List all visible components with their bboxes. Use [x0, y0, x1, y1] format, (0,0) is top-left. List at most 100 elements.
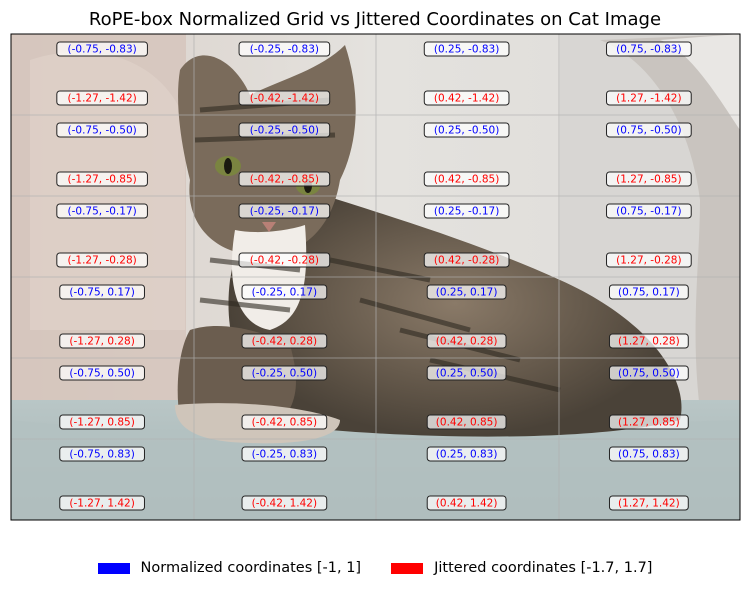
jittered-label: (-0.42, 1.42)	[241, 495, 328, 511]
svg-text:(-0.75, 0.50): (-0.75, 0.50)	[69, 368, 134, 380]
normalized-label: (-0.25, -0.17)	[238, 203, 331, 219]
svg-text:(-0.25, -0.17): (-0.25, -0.17)	[250, 206, 319, 218]
svg-text:(-0.42, 0.28): (-0.42, 0.28)	[252, 336, 317, 348]
jittered-label: (-1.27, 0.85)	[59, 414, 145, 430]
normalized-label: (0.25, -0.17)	[423, 203, 510, 219]
svg-text:(-1.27, -0.85): (-1.27, -0.85)	[68, 174, 137, 186]
normalized-label: (-0.25, 0.83)	[241, 446, 328, 462]
normalized-label: (0.75, -0.83)	[606, 41, 692, 57]
jittered-label: (1.27, -1.42)	[606, 90, 692, 106]
svg-text:(0.25, -0.50): (0.25, -0.50)	[434, 125, 499, 137]
svg-text:(-0.75, -0.83): (-0.75, -0.83)	[68, 44, 137, 56]
jittered-label: (-0.42, -0.85)	[238, 171, 331, 187]
svg-text:(0.25, -0.83): (0.25, -0.83)	[434, 44, 499, 56]
normalized-label: (-0.25, 0.50)	[241, 365, 328, 381]
svg-text:(1.27, 0.85): (1.27, 0.85)	[618, 417, 680, 429]
svg-text:(-0.42, -0.28): (-0.42, -0.28)	[250, 255, 319, 267]
svg-text:(-1.27, -0.28): (-1.27, -0.28)	[68, 255, 137, 267]
normalized-label: (-0.75, 0.17)	[59, 284, 145, 300]
legend-swatch-blue	[97, 562, 130, 574]
svg-text:(-0.25, 0.83): (-0.25, 0.83)	[252, 449, 317, 461]
legend-item-normalized: Normalized coordinates [-1, 1]	[97, 560, 362, 576]
legend-item-jittered: Jittered coordinates [-1.7, 1.7]	[391, 560, 652, 576]
svg-text:(-0.75, -0.50): (-0.75, -0.50)	[68, 125, 137, 137]
chart-title: RoPE-box Normalized Grid vs Jittered Coo…	[89, 9, 661, 30]
jittered-label: (0.42, -0.28)	[423, 252, 510, 268]
svg-text:(0.42, 0.28): (0.42, 0.28)	[436, 336, 498, 348]
svg-text:(0.42, -0.85): (0.42, -0.85)	[434, 174, 499, 186]
svg-text:(0.75, 0.17): (0.75, 0.17)	[618, 287, 680, 299]
svg-text:(1.27, -1.42): (1.27, -1.42)	[616, 93, 681, 105]
jittered-label: (0.42, 0.28)	[426, 333, 507, 349]
normalized-label: (0.25, 0.83)	[426, 446, 507, 462]
normalized-label: (0.25, 0.17)	[426, 284, 507, 300]
svg-text:(-0.25, -0.83): (-0.25, -0.83)	[250, 44, 319, 56]
jittered-label: (1.27, 1.42)	[608, 495, 689, 511]
svg-text:(0.42, 0.85): (0.42, 0.85)	[436, 417, 498, 429]
normalized-label: (-0.25, 0.17)	[241, 284, 328, 300]
legend: Normalized coordinates [-1, 1] Jittered …	[0, 556, 750, 580]
svg-text:(0.42, -1.42): (0.42, -1.42)	[434, 93, 499, 105]
svg-text:(0.25, 0.50): (0.25, 0.50)	[436, 368, 498, 380]
legend-label-normalized: Normalized coordinates [-1, 1]	[140, 560, 362, 576]
svg-text:(-0.42, -1.42): (-0.42, -1.42)	[250, 93, 319, 105]
jittered-label: (-0.42, -1.42)	[238, 90, 331, 106]
svg-text:(0.42, -0.28): (0.42, -0.28)	[434, 255, 499, 267]
jittered-label: (-1.27, -1.42)	[56, 90, 148, 106]
jittered-label: (0.42, -0.85)	[423, 171, 510, 187]
svg-text:(0.75, -0.17): (0.75, -0.17)	[616, 206, 681, 218]
jittered-label: (0.42, 0.85)	[426, 414, 507, 430]
jittered-label: (1.27, 0.85)	[608, 414, 689, 430]
svg-text:(-0.25, -0.50): (-0.25, -0.50)	[250, 125, 319, 137]
svg-text:(0.75, 0.83): (0.75, 0.83)	[618, 449, 680, 461]
normalized-label: (0.75, 0.17)	[608, 284, 689, 300]
normalized-label: (-0.75, -0.50)	[56, 122, 148, 138]
jittered-label: (-0.42, 0.85)	[241, 414, 328, 430]
jittered-label: (-1.27, -0.28)	[56, 252, 148, 268]
svg-text:(1.27, 0.28): (1.27, 0.28)	[618, 336, 680, 348]
jittered-label: (-0.42, -0.28)	[238, 252, 331, 268]
svg-text:(-1.27, -1.42): (-1.27, -1.42)	[68, 93, 137, 105]
svg-text:(-0.42, 1.42): (-0.42, 1.42)	[252, 498, 317, 510]
svg-text:(-0.75, 0.17): (-0.75, 0.17)	[69, 287, 134, 299]
normalized-label: (0.75, 0.50)	[608, 365, 689, 381]
jittered-label: (-1.27, -0.85)	[56, 171, 148, 187]
normalized-label: (-0.75, -0.17)	[56, 203, 148, 219]
normalized-label: (0.25, -0.50)	[423, 122, 510, 138]
svg-text:(-1.27, 0.85): (-1.27, 0.85)	[69, 417, 134, 429]
svg-text:(-1.27, 0.28): (-1.27, 0.28)	[69, 336, 134, 348]
svg-text:(-1.27, 1.42): (-1.27, 1.42)	[69, 498, 134, 510]
jittered-label: (-1.27, 1.42)	[59, 495, 145, 511]
normalized-label: (0.25, 0.50)	[426, 365, 507, 381]
svg-text:(-0.25, 0.50): (-0.25, 0.50)	[252, 368, 317, 380]
svg-text:(-0.25, 0.17): (-0.25, 0.17)	[252, 287, 317, 299]
svg-text:(-0.42, 0.85): (-0.42, 0.85)	[252, 417, 317, 429]
jittered-label: (-1.27, 0.28)	[59, 333, 145, 349]
normalized-label: (0.75, -0.17)	[606, 203, 692, 219]
svg-text:(0.25, 0.17): (0.25, 0.17)	[436, 287, 498, 299]
normalized-label: (0.75, -0.50)	[606, 122, 692, 138]
jittered-label: (-0.42, 0.28)	[241, 333, 328, 349]
svg-text:(0.25, -0.17): (0.25, -0.17)	[434, 206, 499, 218]
jittered-label: (0.42, 1.42)	[426, 495, 507, 511]
svg-text:(0.75, -0.50): (0.75, -0.50)	[616, 125, 681, 137]
svg-text:(-0.42, -0.85): (-0.42, -0.85)	[250, 174, 319, 186]
legend-label-jittered: Jittered coordinates [-1.7, 1.7]	[434, 560, 653, 576]
normalized-label: (-0.25, -0.50)	[238, 122, 331, 138]
jittered-label: (1.27, -0.85)	[606, 171, 692, 187]
normalized-label: (0.75, 0.83)	[608, 446, 689, 462]
jittered-label: (1.27, 0.28)	[608, 333, 689, 349]
chart-figure: RoPE-box Normalized Grid vs Jittered Coo…	[10, 9, 741, 521]
normalized-label: (-0.75, -0.83)	[56, 41, 148, 57]
svg-text:(1.27, 1.42): (1.27, 1.42)	[618, 498, 680, 510]
legend-swatch-red	[391, 562, 424, 574]
svg-text:(1.27, -0.85): (1.27, -0.85)	[616, 174, 681, 186]
svg-text:(0.25, 0.83): (0.25, 0.83)	[436, 449, 498, 461]
svg-text:(-0.75, 0.83): (-0.75, 0.83)	[69, 449, 134, 461]
svg-text:(0.75, 0.50): (0.75, 0.50)	[618, 368, 680, 380]
svg-text:(0.75, -0.83): (0.75, -0.83)	[616, 44, 681, 56]
svg-text:(-0.75, -0.17): (-0.75, -0.17)	[68, 206, 137, 218]
svg-text:(1.27, -0.28): (1.27, -0.28)	[616, 255, 681, 267]
normalized-label: (0.25, -0.83)	[423, 41, 510, 57]
normalized-label: (-0.25, -0.83)	[238, 41, 331, 57]
